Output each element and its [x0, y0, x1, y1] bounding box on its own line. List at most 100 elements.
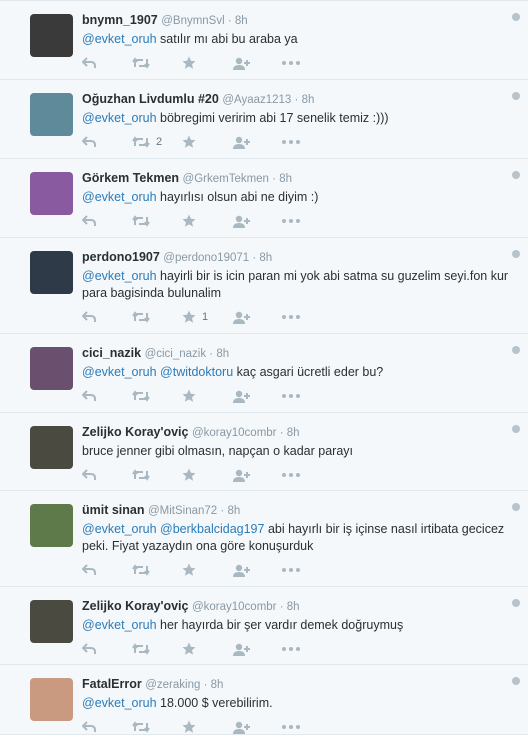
more-button[interactable] — [282, 568, 332, 572]
favorite-button[interactable] — [182, 389, 232, 403]
follow-button[interactable] — [232, 390, 282, 403]
reply-button[interactable] — [82, 57, 132, 69]
mention-link[interactable]: @twitdoktoru — [160, 365, 233, 379]
caret-icon[interactable] — [512, 599, 520, 607]
avatar[interactable] — [30, 172, 73, 215]
favorite-button[interactable] — [182, 214, 232, 228]
more-button[interactable] — [282, 140, 332, 144]
reply-button[interactable] — [82, 721, 132, 733]
favorite-button[interactable] — [182, 563, 232, 577]
follow-button[interactable] — [232, 311, 282, 324]
timestamp[interactable]: 8h — [287, 601, 300, 613]
caret-icon[interactable] — [512, 346, 520, 354]
timestamp[interactable]: 8h — [211, 679, 224, 691]
reply-button[interactable] — [82, 469, 132, 481]
avatar[interactable] — [30, 678, 73, 721]
timestamp[interactable]: 8h — [259, 252, 272, 264]
user-handle[interactable]: @koray10combr — [192, 601, 277, 613]
retweet-button[interactable] — [132, 564, 182, 576]
follow-button[interactable] — [232, 215, 282, 228]
timestamp[interactable]: 8h — [287, 427, 300, 439]
user-handle[interactable]: @cici_nazik — [145, 348, 207, 360]
mention-link[interactable]: @evket_oruh — [82, 269, 157, 283]
more-button[interactable] — [282, 725, 332, 729]
mention-link[interactable]: @evket_oruh — [82, 365, 157, 379]
more-button[interactable] — [282, 219, 332, 223]
favorite-button[interactable] — [182, 720, 232, 734]
retweet-button[interactable] — [132, 643, 182, 655]
reply-button[interactable] — [82, 564, 132, 576]
tweet[interactable]: Zelijko Koray'oviç @koray10combr · 8h bru… — [0, 413, 528, 491]
avatar[interactable] — [30, 251, 73, 294]
user-name[interactable]: Zelijko Koray'oviç — [82, 425, 188, 439]
reply-button[interactable] — [82, 215, 132, 227]
user-name[interactable]: perdono1907 — [82, 250, 160, 264]
reply-button[interactable] — [82, 390, 132, 402]
user-name[interactable]: Oğuzhan Livdumlu #20 — [82, 92, 219, 106]
more-button[interactable] — [282, 647, 332, 651]
retweet-button[interactable] — [132, 57, 182, 69]
mention-link[interactable]: @berkbalcidag197 — [160, 522, 264, 536]
user-name[interactable]: Zelijko Koray'oviç — [82, 599, 188, 613]
more-button[interactable] — [282, 394, 332, 398]
follow-button[interactable] — [232, 721, 282, 734]
mention-link[interactable]: @evket_oruh — [82, 111, 157, 125]
user-handle[interactable]: @BnymnSvl — [161, 15, 224, 27]
user-handle[interactable]: @zeraking — [145, 679, 200, 691]
user-handle[interactable]: @MitSinan72 — [148, 505, 217, 517]
follow-button[interactable] — [232, 136, 282, 149]
more-button[interactable] — [282, 61, 332, 65]
mention-link[interactable]: @evket_oruh — [82, 32, 157, 46]
more-button[interactable] — [282, 473, 332, 477]
timestamp[interactable]: 8h — [235, 15, 248, 27]
user-handle[interactable]: @koray10combr — [192, 427, 277, 439]
user-name[interactable]: FatalError — [82, 677, 142, 691]
caret-icon[interactable] — [512, 677, 520, 685]
mention-link[interactable]: @evket_oruh — [82, 190, 157, 204]
timestamp[interactable]: 8h — [216, 348, 229, 360]
retweet-button[interactable] — [132, 390, 182, 402]
favorite-button[interactable] — [182, 135, 232, 149]
follow-button[interactable] — [232, 57, 282, 70]
retweet-button[interactable] — [132, 721, 182, 733]
caret-icon[interactable] — [512, 425, 520, 433]
avatar[interactable] — [30, 347, 73, 390]
timestamp[interactable]: 8h — [279, 173, 292, 185]
retweet-button[interactable] — [132, 311, 182, 323]
retweet-button[interactable] — [132, 215, 182, 227]
user-handle[interactable]: @perdono19071 — [163, 252, 249, 264]
timestamp[interactable]: 8h — [302, 94, 315, 106]
mention-link[interactable]: @evket_oruh — [82, 522, 157, 536]
user-handle[interactable]: @Ayaaz1213 — [222, 94, 291, 106]
follow-button[interactable] — [232, 469, 282, 482]
retweet-button[interactable]: 2 — [132, 136, 182, 148]
caret-icon[interactable] — [512, 13, 520, 21]
reply-button[interactable] — [82, 643, 132, 655]
avatar[interactable] — [30, 600, 73, 643]
favorite-button[interactable] — [182, 56, 232, 70]
favorite-button[interactable] — [182, 468, 232, 482]
tweet[interactable]: Görkem Tekmen @GrkemTekmen · 8h @evket_or… — [0, 159, 528, 238]
user-name[interactable]: Görkem Tekmen — [82, 171, 179, 185]
favorite-button[interactable] — [182, 642, 232, 656]
tweet[interactable]: bnymn_1907 @BnymnSvl · 8h @evket_oruh sat… — [0, 0, 528, 80]
retweet-button[interactable] — [132, 469, 182, 481]
user-name[interactable]: cici_nazik — [82, 346, 141, 360]
caret-icon[interactable] — [512, 92, 520, 100]
reply-button[interactable] — [82, 311, 132, 323]
avatar[interactable] — [30, 504, 73, 547]
user-name[interactable]: bnymn_1907 — [82, 13, 158, 27]
caret-icon[interactable] — [512, 250, 520, 258]
tweet[interactable]: cici_nazik @cici_nazik · 8h @evket_oruh @… — [0, 334, 528, 413]
timestamp[interactable]: 8h — [227, 505, 240, 517]
tweet[interactable]: perdono1907 @perdono19071 · 8h @evket_oru… — [0, 238, 528, 334]
mention-link[interactable]: @evket_oruh — [82, 618, 157, 632]
mention-link[interactable]: @evket_oruh — [82, 696, 157, 710]
user-name[interactable]: ümit sinan — [82, 503, 145, 517]
follow-button[interactable] — [232, 564, 282, 577]
tweet[interactable]: ümit sinan @MitSinan72 · 8h @evket_oruh @… — [0, 491, 528, 587]
avatar[interactable] — [30, 14, 73, 57]
tweet[interactable]: Zelijko Koray'oviç @koray10combr · 8h @ev… — [0, 587, 528, 665]
user-handle[interactable]: @GrkemTekmen — [183, 173, 269, 185]
tweet[interactable]: FatalError @zeraking · 8h @evket_oruh 18.… — [0, 665, 528, 735]
